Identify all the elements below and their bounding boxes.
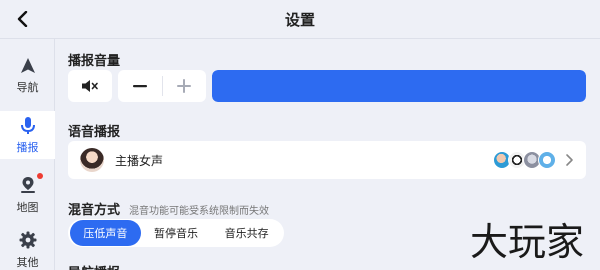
header-bar: 设置 <box>0 0 600 38</box>
mute-button[interactable] <box>68 70 112 102</box>
gear-icon <box>18 230 38 250</box>
mix-option-duck[interactable]: 压低声音 <box>70 220 141 246</box>
microphone-icon <box>18 115 38 135</box>
sidebar-item-label: 地图 <box>16 201 39 214</box>
mix-mode-segmented-control: 压低声音 暂停音乐 音乐共存 <box>68 219 284 247</box>
volume-decrease-button[interactable] <box>118 70 162 102</box>
navigation-arrow-icon <box>18 55 38 75</box>
watermark-text: 大玩家 <box>470 220 585 264</box>
mix-hint-text: 混音功能可能受系统限制而失效 <box>129 206 270 217</box>
mix-option-coexist[interactable]: 音乐共存 <box>211 220 282 246</box>
sidebar-item-map[interactable]: 地图 <box>0 171 55 219</box>
volume-slider[interactable] <box>212 70 586 102</box>
map-pin-icon <box>18 173 43 195</box>
minus-icon <box>132 85 147 88</box>
female-voice-avatar <box>80 148 104 172</box>
avatar <box>538 151 556 169</box>
volume-slider-fill <box>212 70 586 102</box>
voice-avatar-list <box>493 151 556 169</box>
notification-badge <box>36 173 43 179</box>
voice-section-title: 语音播报 <box>68 125 121 140</box>
mix-section-header: 混音方式 混音功能可能受系统限制而失效 <box>68 199 269 218</box>
volume-increase-button[interactable] <box>162 70 206 102</box>
mix-option-pause[interactable]: 暂停音乐 <box>141 220 212 246</box>
sidebar-item-navigation[interactable]: 导航 <box>0 51 55 99</box>
sidebar-item-label: 其他 <box>16 256 39 269</box>
plus-icon <box>177 79 192 93</box>
sidebar-item-label: 导航 <box>16 81 39 94</box>
volume-section-title: 播报音量 <box>68 54 121 69</box>
page-title: 设置 <box>284 11 315 29</box>
sidebar-item-label: 播报 <box>16 141 39 154</box>
watermark-logo: 大玩家 <box>470 218 596 266</box>
sidebar-item-other[interactable]: 其他 <box>0 226 55 270</box>
navigation-broadcast-section-title: 导航播报 <box>68 262 120 270</box>
selected-voice-name: 主播女声 <box>115 154 164 168</box>
chevron-right-icon <box>566 154 573 166</box>
voice-selector-row[interactable]: 主播女声 <box>68 141 586 179</box>
sidebar-item-broadcast[interactable]: 播报 <box>0 111 55 159</box>
mix-section-title: 混音方式 <box>68 203 121 218</box>
speaker-mute-icon <box>82 80 98 92</box>
volume-stepper <box>118 70 206 102</box>
sidebar: 导航 播报 地图 其他 <box>0 39 55 270</box>
